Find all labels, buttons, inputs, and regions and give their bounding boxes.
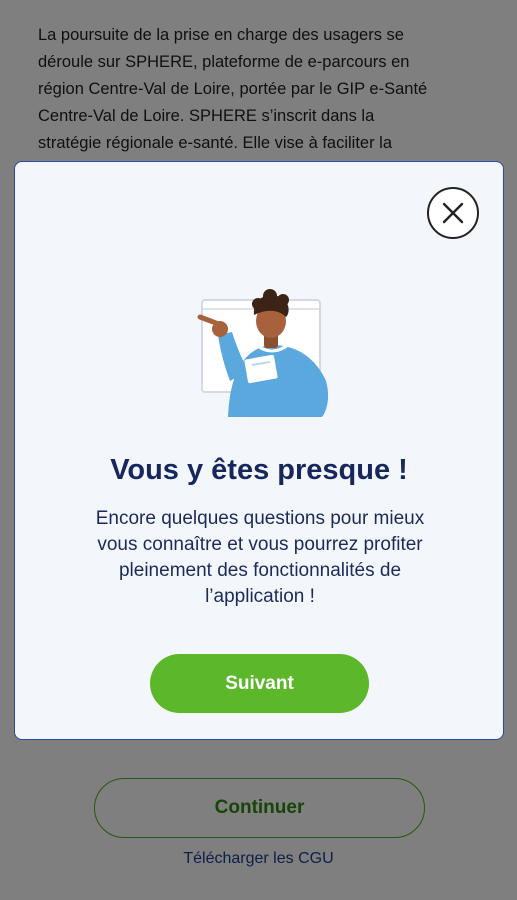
body-line: l’application ! [205, 586, 315, 607]
modal-body-text: Encore quelques questions pour mieux vou… [55, 506, 465, 610]
body-line: Encore quelques questions pour mieux [95, 508, 425, 529]
person-pointing-illustration [197, 289, 329, 417]
body-line: vous connaître et vous pourrez profiter [97, 534, 423, 555]
close-button[interactable] [427, 187, 479, 239]
modal-title: Vous y êtes presque ! [110, 454, 408, 486]
next-button[interactable]: Suivant [150, 654, 369, 713]
onboarding-modal: Vous y êtes presque ! Encore quelques qu… [14, 161, 504, 740]
body-line: pleinement des fonctionnalités de [118, 560, 402, 581]
close-icon [442, 202, 464, 224]
